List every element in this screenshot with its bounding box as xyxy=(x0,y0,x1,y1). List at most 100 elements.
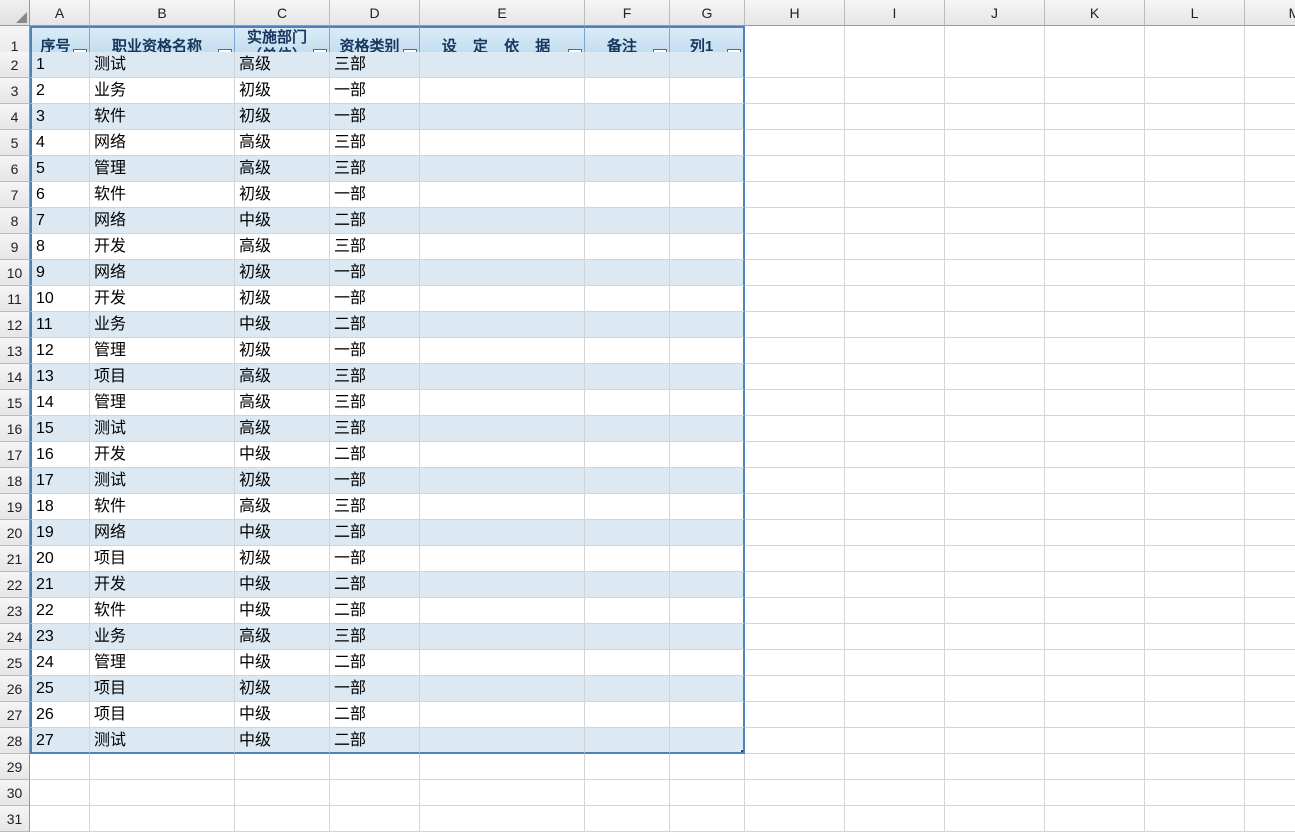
cell-F19[interactable] xyxy=(585,494,670,520)
cell-A16[interactable]: 15 xyxy=(30,416,90,442)
cell-B20[interactable]: 网络 xyxy=(90,520,235,546)
cell-A7[interactable]: 6 xyxy=(30,182,90,208)
cell-A6[interactable]: 5 xyxy=(30,156,90,182)
cell-G20[interactable] xyxy=(670,520,745,546)
cell-H18[interactable] xyxy=(745,468,845,494)
cell-E16[interactable] xyxy=(420,416,585,442)
cell-M8[interactable] xyxy=(1245,208,1295,234)
cell-J19[interactable] xyxy=(945,494,1045,520)
cell-D20[interactable]: 二部 xyxy=(330,520,420,546)
cell-F16[interactable] xyxy=(585,416,670,442)
cell-I31[interactable] xyxy=(845,806,945,832)
cell-C19[interactable]: 高级 xyxy=(235,494,330,520)
cell-A23[interactable]: 22 xyxy=(30,598,90,624)
row-header-5[interactable]: 5 xyxy=(0,130,30,156)
cell-H12[interactable] xyxy=(745,312,845,338)
cell-B4[interactable]: 软件 xyxy=(90,104,235,130)
cell-L15[interactable] xyxy=(1145,390,1245,416)
cell-J24[interactable] xyxy=(945,624,1045,650)
cell-D27[interactable]: 二部 xyxy=(330,702,420,728)
cell-G7[interactable] xyxy=(670,182,745,208)
cell-G3[interactable] xyxy=(670,78,745,104)
cell-I7[interactable] xyxy=(845,182,945,208)
cell-D23[interactable]: 二部 xyxy=(330,598,420,624)
cell-B2[interactable]: 测试 xyxy=(90,52,235,78)
cell-M24[interactable] xyxy=(1245,624,1295,650)
cell-G29[interactable] xyxy=(670,754,745,780)
cell-A20[interactable]: 19 xyxy=(30,520,90,546)
cell-I19[interactable] xyxy=(845,494,945,520)
cell-A2[interactable]: 1 xyxy=(30,52,90,78)
cell-B3[interactable]: 业务 xyxy=(90,78,235,104)
cell-M5[interactable] xyxy=(1245,130,1295,156)
cell-L6[interactable] xyxy=(1145,156,1245,182)
cell-H27[interactable] xyxy=(745,702,845,728)
cell-F13[interactable] xyxy=(585,338,670,364)
cell-F12[interactable] xyxy=(585,312,670,338)
cell-J13[interactable] xyxy=(945,338,1045,364)
cell-I13[interactable] xyxy=(845,338,945,364)
column-header-J[interactable]: J xyxy=(945,0,1045,26)
cell-D7[interactable]: 一部 xyxy=(330,182,420,208)
cell-E14[interactable] xyxy=(420,364,585,390)
cell-D13[interactable]: 一部 xyxy=(330,338,420,364)
cell-A15[interactable]: 14 xyxy=(30,390,90,416)
cell-M28[interactable] xyxy=(1245,728,1295,754)
cell-L11[interactable] xyxy=(1145,286,1245,312)
cell-D22[interactable]: 二部 xyxy=(330,572,420,598)
row-header-13[interactable]: 13 xyxy=(0,338,30,364)
cell-D29[interactable] xyxy=(330,754,420,780)
cell-F27[interactable] xyxy=(585,702,670,728)
cell-H6[interactable] xyxy=(745,156,845,182)
cell-F11[interactable] xyxy=(585,286,670,312)
cell-K4[interactable] xyxy=(1045,104,1145,130)
cell-L21[interactable] xyxy=(1145,546,1245,572)
cell-G27[interactable] xyxy=(670,702,745,728)
cell-F3[interactable] xyxy=(585,78,670,104)
cell-H29[interactable] xyxy=(745,754,845,780)
cell-C27[interactable]: 中级 xyxy=(235,702,330,728)
cell-J10[interactable] xyxy=(945,260,1045,286)
cell-F6[interactable] xyxy=(585,156,670,182)
cell-H25[interactable] xyxy=(745,650,845,676)
cell-B18[interactable]: 测试 xyxy=(90,468,235,494)
cell-E22[interactable] xyxy=(420,572,585,598)
column-header-B[interactable]: B xyxy=(90,0,235,26)
cell-E27[interactable] xyxy=(420,702,585,728)
cell-D8[interactable]: 二部 xyxy=(330,208,420,234)
cell-K19[interactable] xyxy=(1045,494,1145,520)
cell-H11[interactable] xyxy=(745,286,845,312)
cell-L24[interactable] xyxy=(1145,624,1245,650)
cell-F29[interactable] xyxy=(585,754,670,780)
cell-I22[interactable] xyxy=(845,572,945,598)
row-header-17[interactable]: 17 xyxy=(0,442,30,468)
cell-C8[interactable]: 中级 xyxy=(235,208,330,234)
cell-G26[interactable] xyxy=(670,676,745,702)
cell-G14[interactable] xyxy=(670,364,745,390)
cell-D26[interactable]: 一部 xyxy=(330,676,420,702)
cell-K21[interactable] xyxy=(1045,546,1145,572)
cell-H5[interactable] xyxy=(745,130,845,156)
cell-L2[interactable] xyxy=(1145,52,1245,78)
cell-M6[interactable] xyxy=(1245,156,1295,182)
cell-A31[interactable] xyxy=(30,806,90,832)
cell-E6[interactable] xyxy=(420,156,585,182)
cell-E13[interactable] xyxy=(420,338,585,364)
cell-I16[interactable] xyxy=(845,416,945,442)
cell-K26[interactable] xyxy=(1045,676,1145,702)
cell-I15[interactable] xyxy=(845,390,945,416)
cell-M31[interactable] xyxy=(1245,806,1295,832)
cell-G25[interactable] xyxy=(670,650,745,676)
cell-B12[interactable]: 业务 xyxy=(90,312,235,338)
cell-M21[interactable] xyxy=(1245,546,1295,572)
cell-L13[interactable] xyxy=(1145,338,1245,364)
cell-D30[interactable] xyxy=(330,780,420,806)
cell-F30[interactable] xyxy=(585,780,670,806)
cell-K5[interactable] xyxy=(1045,130,1145,156)
cell-C15[interactable]: 高级 xyxy=(235,390,330,416)
cell-J29[interactable] xyxy=(945,754,1045,780)
cell-K24[interactable] xyxy=(1045,624,1145,650)
cell-J12[interactable] xyxy=(945,312,1045,338)
cell-D4[interactable]: 一部 xyxy=(330,104,420,130)
cell-I23[interactable] xyxy=(845,598,945,624)
